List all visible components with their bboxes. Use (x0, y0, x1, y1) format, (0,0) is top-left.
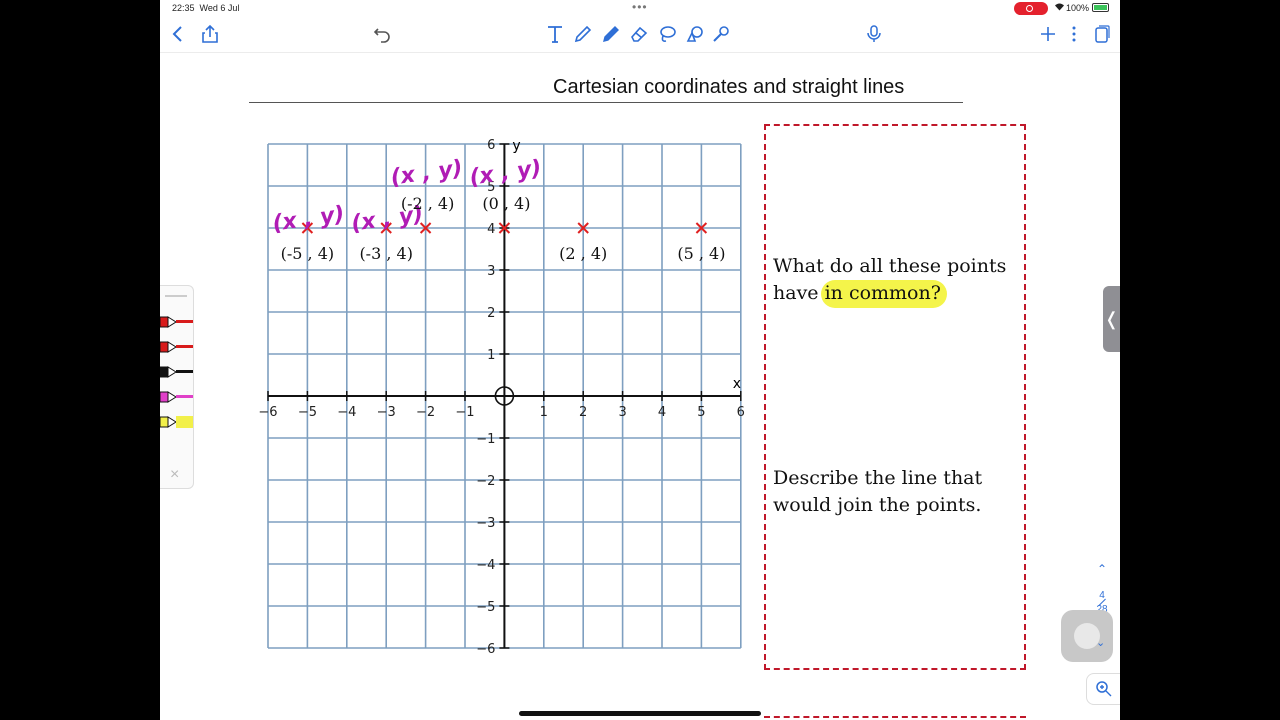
screen-recording-indicator[interactable] (1014, 2, 1048, 15)
shape-tool-icon[interactable] (683, 24, 707, 48)
pencil-tool-icon[interactable] (571, 24, 595, 48)
point-label: (-3 , 4) (359, 244, 413, 263)
undo-icon[interactable] (370, 24, 394, 48)
point-label: (5 , 4) (677, 244, 725, 263)
x-tick-label: −4 (337, 405, 356, 420)
y-tick-label: −6 (476, 642, 495, 657)
chevron-up-icon[interactable]: ⌃ (1090, 562, 1114, 576)
y-tick-label: −4 (476, 558, 495, 573)
x-tick-label: −1 (455, 405, 474, 420)
eraser-tool-icon[interactable] (627, 24, 651, 48)
page-title: Cartesian coordinates and straight lines (553, 76, 905, 98)
point-label: (-2 , 4) (401, 194, 455, 213)
y-tick-label: 4 (487, 222, 495, 237)
battery-percent: 100% (1066, 3, 1090, 13)
lasso-tool-icon[interactable] (655, 24, 679, 48)
pages-icon[interactable] (1089, 24, 1113, 48)
chevron-left-icon[interactable]: ❬ (1103, 286, 1120, 352)
y-tick-label: 3 (487, 264, 495, 279)
chevron-down-icon[interactable]: ⌄ (1096, 636, 1105, 649)
x-tick-label: −5 (298, 405, 317, 420)
x-tick-label: 2 (579, 405, 587, 420)
text-tool-icon[interactable] (543, 24, 567, 48)
status-time: 22:35 Wed 6 Jul (172, 3, 240, 13)
coordinate-grid: xy−6 −5 −4 −3 −2 −1 1 2 3 4 5 6654321−1−2−3−4−5−6(-… (258, 138, 745, 657)
x-tick-label: 1 (540, 405, 548, 420)
title-underline (249, 102, 963, 103)
x-tick-label: −2 (416, 405, 435, 420)
current-page: 4 (1099, 590, 1105, 601)
question-describe-line: Describe the line that would join the po… (773, 467, 983, 516)
pen-swatch[interactable] (160, 415, 193, 429)
x-tick-label: 3 (618, 405, 626, 420)
point-label: (0 , 4) (482, 194, 530, 213)
x-tick-label: −3 (377, 405, 396, 420)
handwritten-annotation: (x , y) (271, 202, 346, 237)
wifi-icon (1054, 2, 1065, 14)
laser-tool-icon[interactable] (709, 24, 733, 48)
question-common: What do all these points have in common? (773, 253, 1006, 308)
pen-swatch[interactable] (160, 340, 193, 354)
add-icon[interactable] (1036, 24, 1060, 48)
x-tick-label: 6 (737, 405, 745, 420)
zoom-button[interactable] (1086, 673, 1120, 705)
multitasking-dots[interactable]: ••• (632, 0, 648, 14)
palette-grabber[interactable] (165, 295, 187, 297)
y-tick-label: −5 (476, 600, 495, 615)
page-indicator[interactable]: ⌃ 4 28 (1090, 562, 1114, 615)
pen-palette: × (160, 285, 194, 489)
y-tick-label: 6 (487, 138, 495, 153)
back-icon[interactable] (166, 24, 190, 48)
question-box (764, 124, 1026, 670)
highlighted-text: in common? (820, 280, 947, 308)
close-icon[interactable]: × (170, 466, 179, 484)
home-indicator[interactable] (519, 711, 761, 716)
point-label: (-5 , 4) (281, 244, 335, 263)
zoom-in-icon (1096, 681, 1112, 697)
battery-icon (1092, 3, 1109, 12)
status-bar: 22:35 Wed 6 Jul ••• 100% (160, 0, 1120, 18)
y-tick-label: −2 (476, 474, 495, 489)
x-tick-label: 4 (658, 405, 666, 420)
notes-app-screen: 22:35 Wed 6 Jul ••• 100% Cartesian coord… (160, 0, 1120, 720)
next-question-box-edge (764, 716, 1026, 720)
highlighter-tool-icon[interactable] (599, 24, 623, 48)
y-tick-label: −3 (476, 516, 495, 531)
point-label: (2 , 4) (559, 244, 607, 263)
y-axis-label: y (512, 138, 520, 154)
pen-swatch[interactable] (160, 315, 193, 329)
x-axis-label: x (733, 376, 741, 392)
microphone-icon[interactable] (862, 24, 886, 48)
y-tick-label: −1 (476, 432, 495, 447)
more-icon[interactable] (1062, 24, 1086, 48)
y-tick-label: 2 (487, 306, 495, 321)
pen-swatch[interactable] (160, 365, 193, 379)
x-tick-label: 5 (697, 405, 705, 420)
y-tick-label: 1 (487, 348, 495, 363)
x-tick-label: −6 (258, 405, 277, 420)
pen-swatch[interactable] (160, 390, 193, 404)
share-icon[interactable] (198, 24, 222, 48)
